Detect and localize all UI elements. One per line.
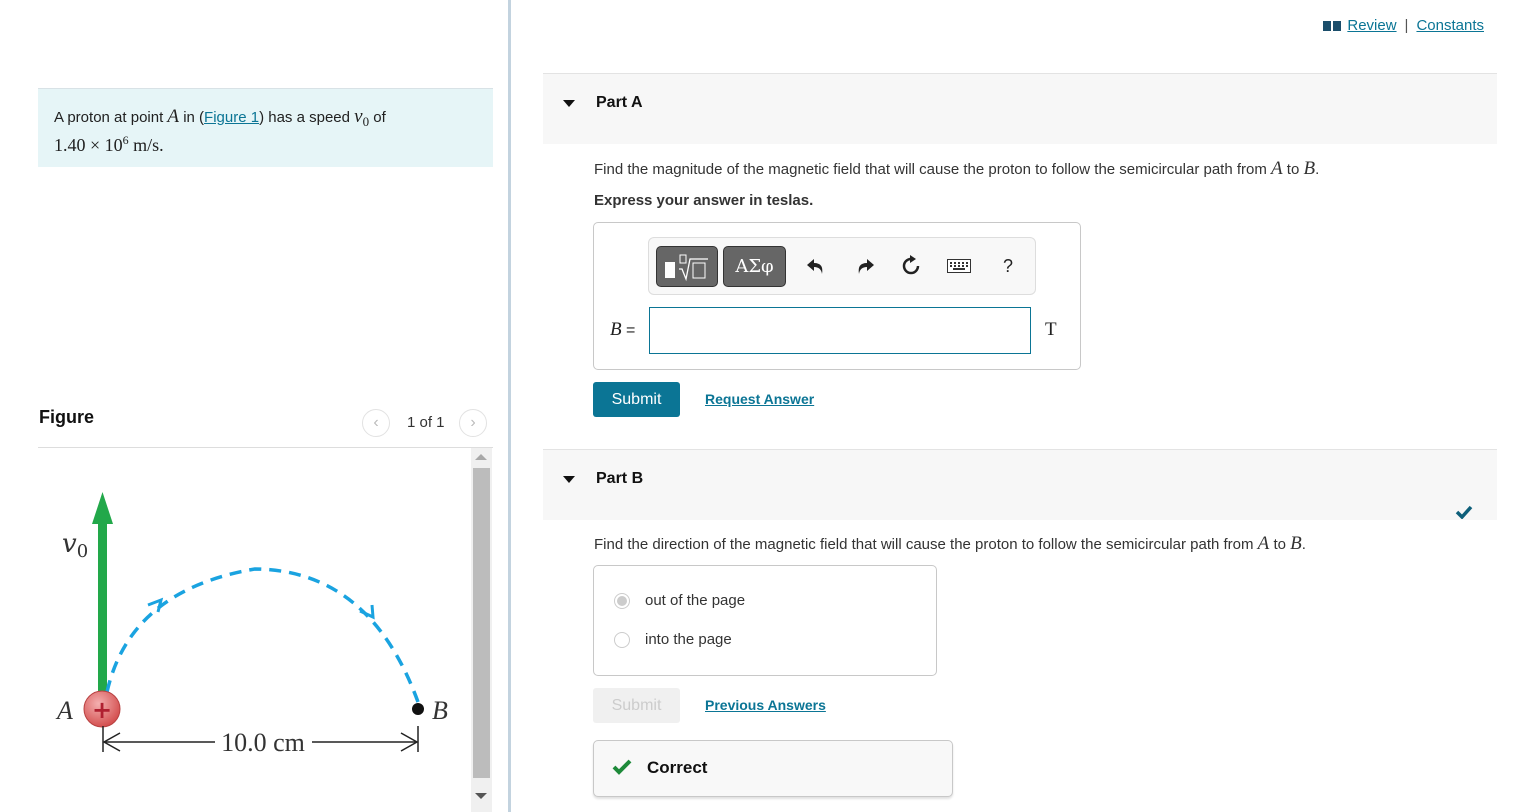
problem-text-2: in (	[179, 109, 205, 126]
part-b-submit-button-disabled: Submit	[593, 688, 680, 723]
point-a-symbol: A	[1257, 533, 1270, 554]
problem-pane: A proton at point A in (Figure 1) has a …	[0, 0, 509, 812]
scroll-thumb[interactable]	[473, 468, 490, 778]
part-b-question: Find the direction of the magnetic field…	[594, 533, 1306, 555]
figure-pager-text: 1 of 1	[407, 414, 445, 431]
undo-icon	[807, 259, 823, 274]
scroll-up-arrow-icon[interactable]	[475, 454, 487, 460]
speed-symbol: v	[354, 106, 363, 127]
math-toolbar: ΑΣφ ?	[648, 237, 1036, 295]
templates-button[interactable]	[656, 246, 718, 287]
semicircular-path	[105, 567, 420, 703]
point-b-dot	[412, 703, 424, 715]
question-period: .	[1301, 536, 1306, 553]
question-period: .	[1315, 161, 1320, 178]
keyboard-icon	[947, 259, 971, 273]
figure-prev-button[interactable]: ‹	[362, 409, 390, 437]
point-a-symbol: A	[167, 106, 180, 127]
undo-button[interactable]	[804, 254, 828, 278]
velocity-label: v0	[62, 529, 88, 562]
variable-symbol: B	[610, 319, 622, 340]
help-button[interactable]: ?	[996, 254, 1020, 278]
point-b-label: B	[432, 696, 448, 725]
question-text: Find the direction of the magnetic field…	[594, 536, 1258, 553]
point-a-symbol: A	[1271, 158, 1283, 179]
path-direction-arrow-2	[359, 604, 375, 620]
problem-statement: A proton at point A in (Figure 1) has a …	[38, 88, 493, 167]
problem-text-3: ) has a speed	[259, 109, 355, 126]
top-nav: Review | Constants	[1323, 17, 1484, 34]
part-a-question: Find the magnitude of the magnetic field…	[594, 158, 1319, 180]
choice-label: out of the page	[645, 592, 746, 609]
choice-into-page[interactable]: into the page	[614, 631, 732, 648]
chevron-right-icon: ›	[470, 414, 476, 431]
math-templates-icon	[665, 254, 708, 281]
previous-answers-link[interactable]: Previous Answers	[705, 697, 826, 713]
pane-divider[interactable]	[508, 0, 511, 812]
speed-value: 1.40 × 106 m/s.	[54, 133, 164, 155]
choice-label: into the page	[645, 631, 732, 648]
point-b-symbol: B	[1303, 158, 1316, 179]
distance-label: 10.0 cm	[221, 728, 305, 757]
book-icon	[1323, 20, 1342, 31]
question-text: Find the magnitude of the magnetic field…	[594, 161, 1272, 178]
charge-sign: +	[92, 696, 112, 724]
chevron-left-icon: ‹	[373, 414, 379, 431]
nav-separator: |	[1404, 17, 1409, 34]
collapse-triangle-icon[interactable]	[563, 476, 575, 483]
part-b-title: Part B	[596, 470, 644, 487]
choice-out-of-page[interactable]: out of the page	[614, 592, 745, 609]
part-a-instruction: Express your answer in teslas.	[594, 192, 814, 209]
velocity-arrow-head	[92, 492, 113, 524]
collapse-triangle-icon[interactable]	[563, 100, 575, 107]
feedback-text: Correct	[647, 758, 708, 777]
greek-symbols-button[interactable]: ΑΣφ	[723, 246, 786, 287]
redo-icon	[858, 259, 874, 274]
reset-button[interactable]	[899, 254, 923, 278]
speed-unit: m/s.	[128, 135, 164, 155]
reset-icon	[902, 255, 920, 275]
part-a-header[interactable]: Part A	[543, 73, 1497, 144]
equals-sign: =	[621, 322, 636, 339]
question-to: to	[1269, 536, 1291, 553]
unit-label: T	[1045, 319, 1057, 340]
variable-label: B =	[610, 319, 635, 341]
keyboard-button[interactable]	[947, 254, 971, 278]
answer-box: ΑΣφ ? B = T	[593, 222, 1081, 370]
figure-link[interactable]: Figure 1	[204, 109, 259, 126]
radio-button[interactable]	[614, 631, 630, 648]
request-answer-link[interactable]: Request Answer	[705, 391, 814, 407]
problem-text-4: of	[369, 109, 386, 126]
choices-box: out of the page into the page	[593, 565, 937, 676]
velocity-arrow-shaft	[98, 520, 107, 705]
radio-button-selected[interactable]	[614, 592, 630, 609]
constants-link[interactable]: Constants	[1416, 17, 1484, 34]
correct-check-icon	[612, 759, 632, 775]
part-a-submit-button[interactable]: Submit	[593, 382, 680, 417]
point-b-symbol: B	[1290, 533, 1302, 554]
review-link[interactable]: Review	[1347, 17, 1396, 34]
speed-mantissa: 1.40 × 10	[54, 135, 123, 155]
scroll-down-arrow-icon[interactable]	[475, 793, 487, 799]
part-b-header[interactable]: Part B	[543, 449, 1497, 520]
question-to: to	[1282, 161, 1304, 178]
redo-button[interactable]	[853, 254, 877, 278]
answer-input[interactable]	[649, 307, 1031, 354]
figure-scrollbar[interactable]	[471, 448, 492, 812]
path-direction-arrow-1	[147, 597, 164, 613]
figure-divider	[38, 447, 493, 448]
completed-check-icon	[1455, 505, 1473, 519]
part-a-title: Part A	[596, 94, 643, 111]
figure-next-button[interactable]: ›	[459, 409, 487, 437]
problem-text-1: A proton at point	[54, 109, 168, 126]
feedback-box: Correct	[593, 740, 953, 797]
point-a-label: A	[55, 696, 73, 725]
figure-diagram: v0 + A B 10.0 cm	[55, 492, 448, 757]
figure-title: Figure	[39, 407, 95, 427]
